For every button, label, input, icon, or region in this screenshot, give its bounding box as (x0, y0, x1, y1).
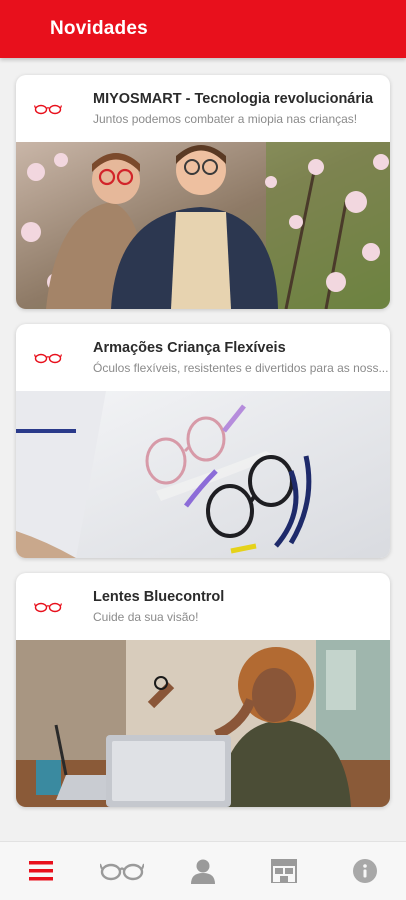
glasses-logo-icon (34, 602, 62, 612)
kids-frames-photo[interactable] (16, 391, 390, 558)
news-feed[interactable]: MIYOSMART - Tecnologia revolucionária Ju… (16, 75, 390, 822)
glasses-logo-icon (34, 104, 62, 114)
news-card-title: MIYOSMART - Tecnologia revolucionária (93, 91, 374, 107)
menu-icon (28, 861, 53, 881)
store-icon (271, 859, 298, 883)
nav-info[interactable] (335, 846, 395, 896)
nav-glasses[interactable] (92, 846, 152, 896)
news-card-title: Armações Criança Flexíveis (93, 340, 286, 356)
news-card-subtitle: Óculos flexíveis, resistentes e divertid… (93, 361, 389, 375)
woman-laptop-photo[interactable] (16, 640, 390, 807)
news-card[interactable]: Lentes Bluecontrol Cuide da sua visão! (16, 573, 390, 807)
page-title: Novidades (50, 18, 148, 39)
glasses-icon (99, 863, 144, 881)
news-card-subtitle: Cuide da sua visão! (93, 610, 199, 624)
app-header: Novidades (0, 0, 406, 58)
news-card[interactable]: Armações Criança Flexíveis Óculos flexív… (16, 324, 390, 558)
children-glasses-photo[interactable] (16, 142, 390, 309)
nav-menu[interactable] (11, 846, 71, 896)
news-card-header[interactable]: MIYOSMART - Tecnologia revolucionária Ju… (16, 75, 390, 142)
news-card-title: Lentes Bluecontrol (93, 589, 225, 605)
news-card-header[interactable]: Armações Criança Flexíveis Óculos flexív… (16, 324, 390, 391)
glasses-logo-icon (34, 353, 62, 363)
news-card-subtitle: Juntos podemos combater a miopia nas cri… (93, 112, 358, 126)
nav-stores[interactable] (254, 846, 314, 896)
nav-profile[interactable] (173, 846, 233, 896)
news-card[interactable]: MIYOSMART - Tecnologia revolucionária Ju… (16, 75, 390, 309)
bottom-navigation (0, 841, 406, 900)
user-icon (190, 859, 215, 884)
news-card-header[interactable]: Lentes Bluecontrol Cuide da sua visão! (16, 573, 390, 640)
info-icon (353, 859, 378, 883)
